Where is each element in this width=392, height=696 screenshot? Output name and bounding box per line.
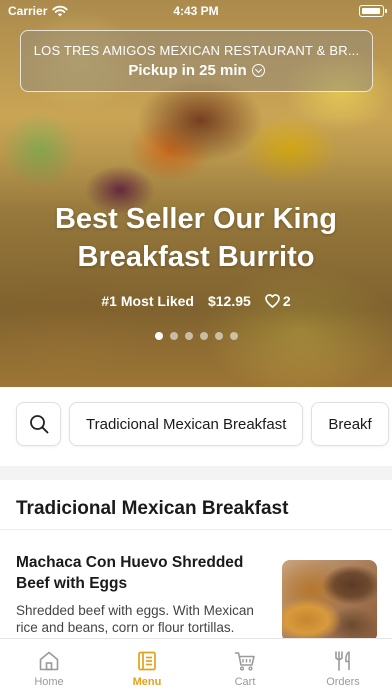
pickup-label: Pickup in 25 min	[128, 62, 247, 79]
carousel-pagination[interactable]	[0, 332, 392, 340]
status-time: 4:43 PM	[173, 4, 219, 18]
tab-label: Menu	[132, 676, 162, 688]
likes-group[interactable]: 2	[264, 293, 291, 309]
best-seller-badge: #1 Most Liked	[101, 293, 194, 309]
tab-orders[interactable]: Orders	[294, 639, 392, 696]
carousel-dot[interactable]	[199, 332, 208, 340]
pickup-time-row: Pickup in 25 min	[21, 62, 372, 79]
hero-meta: #1 Most Liked $12.95 2	[0, 293, 392, 309]
hero-price: $12.95	[207, 293, 251, 309]
search-icon	[29, 415, 48, 434]
tab-menu[interactable]: Menu	[98, 639, 196, 696]
restaurant-name: LOS TRES AMIGOS MEXICAN RESTAURANT & BR.…	[33, 43, 360, 58]
menu-item-name: Machaca Con Huevo Shredded Beef with Egg…	[16, 554, 244, 592]
carousel-dot[interactable]	[229, 332, 238, 340]
menu-item-description: Shredded beef with eggs. With Mexican ri…	[16, 603, 254, 635]
carousel-dot[interactable]	[154, 332, 163, 340]
category-chip[interactable]: Breakf	[311, 402, 389, 446]
status-bar: Carrier 4:43 PM	[0, 0, 392, 22]
chevron-down-circle-icon	[251, 64, 265, 77]
category-chip[interactable]: Tradicional Mexican Breakfast	[69, 402, 304, 446]
battery-icon	[359, 5, 387, 17]
carousel-dot[interactable]	[214, 332, 223, 340]
carousel-dot[interactable]	[169, 332, 178, 340]
menu-icon	[138, 651, 156, 671]
hero-banner[interactable]: Carrier 4:43 PM LOS TRES AMIGOS MEXICAN …	[0, 0, 392, 387]
heart-icon	[264, 294, 280, 308]
section-divider	[0, 466, 392, 480]
tab-label: Orders	[326, 676, 360, 688]
tab-cart[interactable]: Cart	[196, 639, 294, 696]
tab-bar: Home Menu Cart Orders	[0, 638, 392, 696]
cart-icon	[234, 652, 255, 671]
menu-item[interactable]: Machaca Con Huevo Shredded Beef with Egg…	[16, 552, 378, 642]
likes-count: 2	[282, 293, 291, 309]
orders-icon	[335, 651, 350, 671]
tab-label: Home	[34, 676, 64, 688]
category-strip: Tradicional Mexican Breakfast Breakf	[16, 402, 389, 446]
carousel-dot[interactable]	[184, 332, 193, 340]
section-rule	[0, 529, 392, 530]
tab-label: Cart	[234, 676, 256, 688]
menu-item-photo	[282, 560, 377, 642]
hero-title: Best Seller Our King Breakfast Burrito	[54, 203, 337, 273]
restaurant-selector[interactable]: LOS TRES AMIGOS MEXICAN RESTAURANT & BR.…	[20, 30, 373, 92]
section-title: Tradicional Mexican Breakfast	[16, 498, 289, 519]
search-button[interactable]	[16, 402, 61, 446]
home-icon	[39, 651, 59, 671]
tab-home[interactable]: Home	[0, 639, 98, 696]
